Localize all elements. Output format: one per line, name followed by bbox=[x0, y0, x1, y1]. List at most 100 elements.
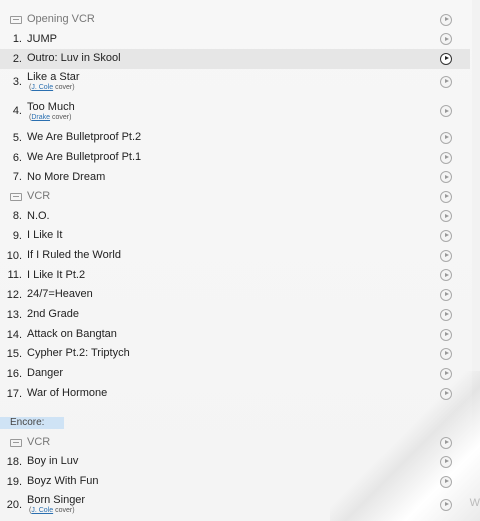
track-row[interactable]: 17. War of Hormone bbox=[0, 384, 470, 404]
track-title-wrap: VCR bbox=[27, 190, 50, 203]
track-title-wrap: Born Singer (J. Cole cover) bbox=[27, 494, 85, 515]
track-row[interactable]: 3. Like a Star (J. Cole cover) bbox=[0, 69, 470, 95]
track-number: 16. bbox=[6, 367, 22, 380]
track-row[interactable]: 15. Cypher Pt.2: Triptych bbox=[0, 344, 470, 364]
play-icon[interactable] bbox=[440, 475, 452, 488]
track-number: 15. bbox=[6, 347, 22, 360]
track-number: 12. bbox=[6, 288, 22, 301]
edge-glyph: W bbox=[469, 497, 480, 509]
play-icon[interactable] bbox=[440, 33, 452, 46]
vcr-row[interactable]: Opening VCR bbox=[0, 10, 470, 30]
play-icon[interactable] bbox=[440, 498, 452, 511]
track-number: 1. bbox=[12, 33, 22, 46]
track-number: 9. bbox=[12, 229, 22, 242]
track-title-wrap: Boyz With Fun bbox=[27, 475, 99, 488]
track-number: 19. bbox=[6, 475, 22, 488]
play-icon[interactable] bbox=[440, 229, 452, 242]
play-icon[interactable] bbox=[440, 131, 452, 144]
play-icon[interactable] bbox=[440, 288, 452, 301]
play-icon[interactable] bbox=[440, 308, 452, 321]
track-title-wrap: I Like It bbox=[27, 229, 62, 242]
track-row[interactable]: 4. Too Much (Drake cover) bbox=[0, 98, 470, 124]
track-title: Outro: Luv in Skool bbox=[27, 52, 121, 65]
vcr-tape-icon-wrap bbox=[0, 15, 22, 24]
cover-note: (J. Cole cover) bbox=[29, 84, 75, 91]
track-number: 2. bbox=[12, 52, 22, 65]
play-icon[interactable] bbox=[440, 52, 452, 65]
track-title-wrap: VCR bbox=[27, 436, 50, 449]
track-row[interactable]: 14. Attack on Bangtan bbox=[0, 325, 470, 345]
track-row[interactable]: 12. 24/7=Heaven bbox=[0, 285, 470, 305]
cover-word: cover bbox=[55, 84, 73, 91]
vcr-tape-icon-wrap bbox=[0, 438, 22, 447]
track-row[interactable]: 20. Born Singer (J. Cole cover) bbox=[0, 492, 470, 518]
cover-word: cover bbox=[55, 507, 73, 514]
play-icon[interactable] bbox=[440, 249, 452, 262]
encore-label: Encore: bbox=[0, 417, 64, 429]
play-icon[interactable] bbox=[440, 105, 452, 117]
track-row[interactable]: 6. We Are Bulletproof Pt.1 bbox=[0, 148, 470, 168]
play-icon[interactable] bbox=[440, 269, 452, 282]
track-row[interactable]: 9. I Like It bbox=[0, 226, 470, 246]
track-number: 4. bbox=[12, 105, 22, 117]
track-title-wrap: Like a Star (J. Cole cover) bbox=[27, 71, 80, 92]
track-title-wrap: We Are Bulletproof Pt.1 bbox=[27, 151, 141, 164]
track-row[interactable]: 1. JUMP bbox=[0, 30, 470, 50]
play-icon[interactable] bbox=[440, 151, 452, 164]
play-icon[interactable] bbox=[440, 387, 452, 400]
track-number: 17. bbox=[6, 387, 22, 400]
track-title: I Like It Pt.2 bbox=[27, 268, 86, 281]
play-icon[interactable] bbox=[440, 190, 452, 203]
track-number: 10. bbox=[6, 249, 22, 262]
track-title: VCR bbox=[27, 436, 51, 449]
cover-artist-link[interactable]: J. Cole bbox=[31, 84, 53, 91]
track-title: Boyz With Fun bbox=[27, 475, 99, 488]
cover-artist-link[interactable]: Drake bbox=[31, 114, 50, 121]
track-title-wrap: 24/7=Heaven bbox=[27, 288, 93, 301]
track-title: JUMP bbox=[27, 32, 57, 45]
track-number: 6. bbox=[12, 151, 22, 164]
vcr-row[interactable]: VCR bbox=[0, 433, 470, 453]
track-title: Too Much bbox=[27, 100, 75, 113]
track-title: War of Hormone bbox=[27, 387, 108, 400]
track-number: 3. bbox=[12, 75, 22, 88]
track-row[interactable]: 10. If I Ruled the World bbox=[0, 246, 470, 266]
track-row[interactable]: 13. 2nd Grade bbox=[0, 305, 470, 325]
play-icon[interactable] bbox=[440, 328, 452, 341]
vcr-row[interactable]: VCR bbox=[0, 187, 470, 207]
play-icon[interactable] bbox=[440, 13, 452, 26]
play-icon[interactable] bbox=[440, 210, 452, 223]
play-icon[interactable] bbox=[440, 455, 452, 468]
track-row[interactable]: 5. We Are Bulletproof Pt.2 bbox=[0, 128, 470, 148]
track-row[interactable]: 18. Boy in Luv bbox=[0, 452, 470, 472]
cover-note: (Drake cover) bbox=[29, 113, 72, 121]
play-icon[interactable] bbox=[440, 75, 452, 88]
track-row[interactable]: 19. Boyz With Fun bbox=[0, 472, 470, 492]
play-icon[interactable] bbox=[440, 367, 452, 380]
track-number: 20. bbox=[6, 498, 22, 511]
track-row[interactable]: 2. Outro: Luv in Skool bbox=[0, 49, 470, 69]
track-title: If I Ruled the World bbox=[27, 249, 121, 262]
play-icon[interactable] bbox=[440, 171, 452, 184]
track-title-wrap: Too Much (Drake cover) bbox=[27, 101, 75, 122]
play-icon[interactable] bbox=[440, 436, 452, 449]
track-title-wrap: Opening VCR bbox=[27, 13, 95, 26]
track-title-wrap: 2nd Grade bbox=[27, 308, 79, 321]
track-title-wrap: JUMP bbox=[27, 33, 57, 46]
track-number: 13. bbox=[6, 308, 22, 321]
track-row[interactable]: 11. I Like It Pt.2 bbox=[0, 266, 470, 286]
track-title-wrap: If I Ruled the World bbox=[27, 249, 121, 262]
vcr-tape-icon-wrap bbox=[0, 192, 22, 201]
track-row[interactable]: 8. N.O. bbox=[0, 207, 470, 227]
track-number: 8. bbox=[12, 210, 22, 223]
track-title-wrap: Danger bbox=[27, 367, 63, 380]
track-number: 5. bbox=[12, 131, 22, 144]
track-row[interactable]: 7. No More Dream bbox=[0, 168, 470, 188]
cover-artist-link[interactable]: J. Cole bbox=[31, 507, 53, 514]
track-title: Attack on Bangtan bbox=[27, 328, 117, 341]
track-number: 14. bbox=[6, 328, 22, 341]
track-row[interactable]: 16. Danger bbox=[0, 364, 470, 384]
play-icon[interactable] bbox=[440, 347, 452, 360]
track-title: N.O. bbox=[27, 209, 50, 222]
track-title: No More Dream bbox=[27, 170, 106, 183]
